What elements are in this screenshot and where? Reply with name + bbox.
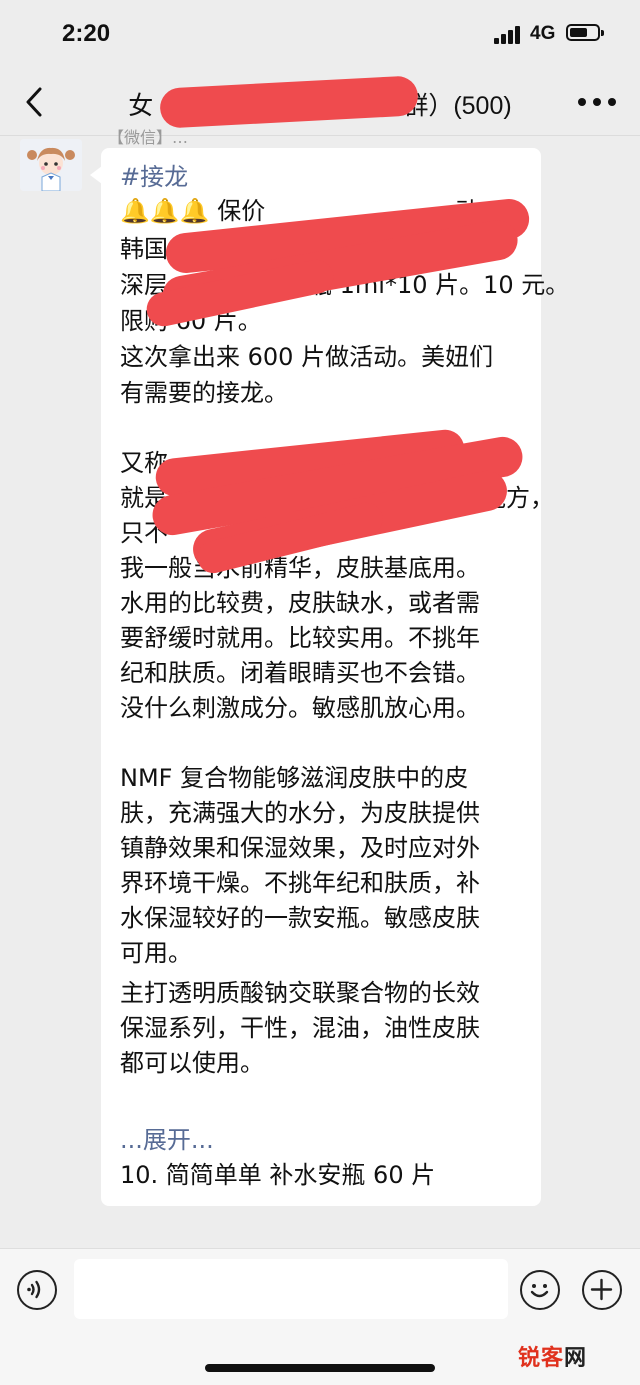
chat-title-prefix: 女 xyxy=(128,92,154,120)
emoji-icon[interactable] xyxy=(520,1270,560,1310)
message-line: NMF 复合物能够滋润皮肤中的皮 xyxy=(120,764,469,792)
message-line: 韩国 xyxy=(120,235,168,263)
message-line-fragment: 保价 xyxy=(209,197,266,225)
status-bar: 2:20 4G xyxy=(0,0,640,70)
message-line: 主打透明质酸钠交联聚合物的长效 xyxy=(120,979,480,1007)
message-line: 有需要的接龙。 xyxy=(120,379,288,407)
watermark-text: 锐客 xyxy=(518,1345,565,1370)
expand-link[interactable]: ...展开... xyxy=(120,1120,214,1155)
signal-icon xyxy=(494,26,522,44)
message-input[interactable] xyxy=(74,1259,508,1319)
bell-icon: 🔔🔔🔔 xyxy=(120,197,210,225)
message-line: 水保湿较好的一款安瓶。敏感皮肤 xyxy=(120,904,480,932)
chat-title-suffix: 群）(500) xyxy=(403,92,512,120)
hashtag-link[interactable]: #接龙 xyxy=(120,160,188,194)
message-line: 没什么刺激成分。敏感肌放心用。 xyxy=(120,694,480,722)
message-line: 这次拿出来 600 片做活动。美妞们 xyxy=(120,343,494,371)
message-line: 肤，充满强大的水分，为皮肤提供 xyxy=(120,799,480,827)
message-line: 水用的比较费，皮肤缺水，或者需 xyxy=(120,589,480,617)
voice-icon[interactable] xyxy=(17,1270,57,1310)
message-line: 界环境干燥。不挑年纪和肤质，补 xyxy=(120,869,480,897)
message-line: 都可以使用。 xyxy=(120,1049,264,1077)
avatar-illustration xyxy=(20,139,82,191)
plus-icon[interactable] xyxy=(582,1270,622,1310)
network-type: 4G xyxy=(530,23,556,44)
message-line: 可用。 xyxy=(120,939,192,967)
previous-message-fragment: 【微信】… xyxy=(108,128,189,147)
watermark: 锐客网 xyxy=(518,1340,587,1372)
message-line: 镇静效果和保湿效果，及时应对外 xyxy=(120,834,480,862)
status-time: 2:20 xyxy=(62,20,111,47)
message-line: 要舒缓时就用。比较实用。不挑年 xyxy=(120,624,480,652)
watermark-text: 网 xyxy=(564,1345,588,1370)
message-line: 我一般当水前精华，皮肤基底用。 xyxy=(120,554,480,582)
battery-icon xyxy=(566,24,604,41)
message-line: 10. 简简单单 补水安瓶 60 片 xyxy=(120,1161,436,1189)
more-icon[interactable] xyxy=(578,98,618,110)
home-indicator[interactable] xyxy=(205,1364,435,1372)
message-line: 纪和肤质。闭着眼睛买也不会错。 xyxy=(120,659,480,687)
avatar[interactable] xyxy=(20,139,82,191)
message-line: 保湿系列，干性，混油，油性皮肤 xyxy=(120,1014,480,1042)
